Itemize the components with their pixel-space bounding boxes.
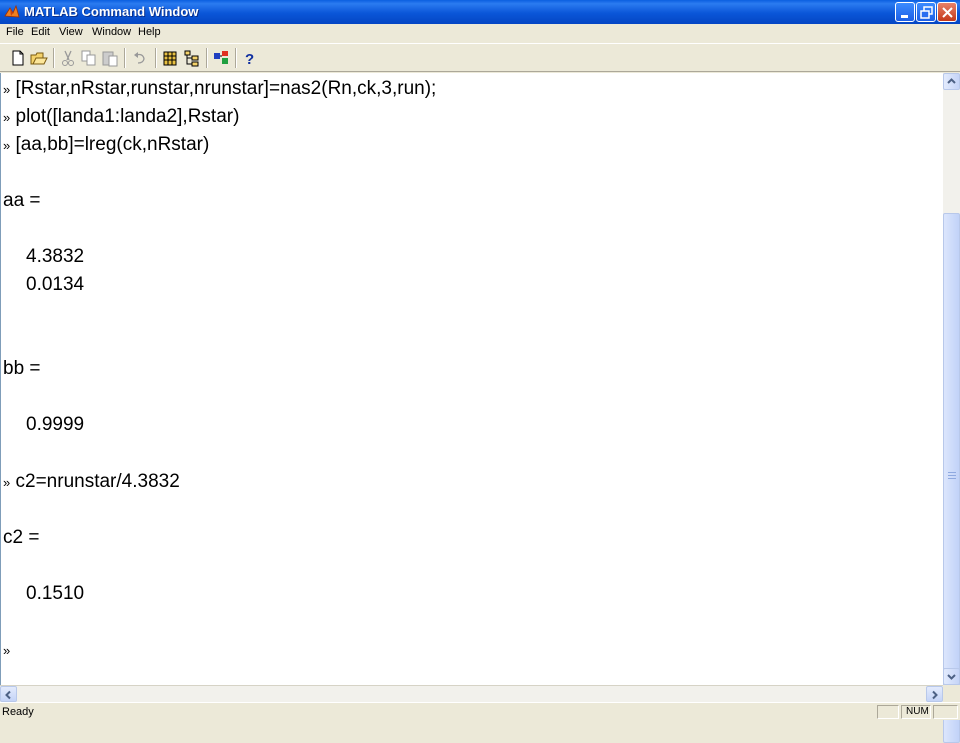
minimize-button[interactable] bbox=[895, 2, 915, 22]
scroll-left-button[interactable] bbox=[0, 686, 17, 702]
close-button[interactable] bbox=[937, 2, 957, 22]
open-file-button[interactable] bbox=[29, 48, 49, 68]
path-browser-button[interactable] bbox=[182, 48, 202, 68]
open-file-icon bbox=[30, 52, 48, 65]
status-text: Ready bbox=[2, 706, 34, 718]
scrollbar-corner bbox=[943, 685, 960, 702]
output-value: 0.0134 bbox=[26, 274, 85, 295]
command-line: » plot([landa1:landa2],Rstar) bbox=[3, 106, 239, 129]
thumb-grip bbox=[948, 478, 956, 479]
chevron-up-icon bbox=[947, 78, 956, 84]
command-window[interactable]: » [Rstar,nRstar,runstar,nrunstar]=nas2(R… bbox=[0, 73, 943, 685]
cut-icon bbox=[62, 50, 74, 66]
toolbar-separator bbox=[235, 48, 237, 68]
scroll-thumb[interactable] bbox=[943, 213, 960, 743]
workspace-browser-button[interactable] bbox=[160, 48, 180, 68]
prompt-symbol: » bbox=[3, 110, 11, 125]
prompt-symbol: » bbox=[3, 138, 11, 153]
scroll-right-button[interactable] bbox=[926, 686, 943, 702]
new-file-button[interactable] bbox=[8, 48, 28, 68]
close-icon bbox=[942, 7, 953, 18]
toolbar-separator bbox=[124, 48, 126, 68]
vertical-scrollbar[interactable] bbox=[943, 73, 960, 743]
toolbar: ? bbox=[0, 43, 960, 72]
window-title: MATLAB Command Window bbox=[24, 4, 199, 19]
current-prompt[interactable]: » bbox=[3, 639, 10, 662]
restore-button[interactable] bbox=[916, 2, 936, 22]
status-bar: Ready NUM bbox=[0, 702, 960, 720]
command-line: » [Rstar,nRstar,runstar,nrunstar]=nas2(R… bbox=[3, 78, 436, 101]
command-text: c2=nrunstar/4.3832 bbox=[15, 471, 180, 492]
paste-button[interactable] bbox=[100, 48, 120, 68]
help-icon: ? bbox=[245, 51, 254, 68]
cut-button[interactable] bbox=[58, 48, 78, 68]
output-variable-label: c2 = bbox=[3, 527, 40, 548]
thumb-grip bbox=[948, 472, 956, 473]
num-lock-label: NUM bbox=[906, 706, 929, 717]
menu-bar: File Edit View Window Help bbox=[0, 24, 960, 42]
output-value: 0.9999 bbox=[26, 414, 85, 435]
paste-icon bbox=[102, 51, 118, 67]
output-value: 4.3832 bbox=[26, 246, 85, 267]
output-variable-label: bb = bbox=[3, 358, 41, 379]
command-text: plot([landa1:landa2],Rstar) bbox=[15, 106, 240, 127]
chevron-left-icon bbox=[5, 690, 11, 700]
scroll-up-button[interactable] bbox=[943, 73, 960, 90]
menu-file[interactable]: File bbox=[6, 26, 24, 38]
menu-help[interactable]: Help bbox=[138, 26, 161, 38]
svg-text:?: ? bbox=[245, 51, 254, 68]
prompt-symbol: » bbox=[3, 82, 11, 97]
command-text: [Rstar,nRstar,runstar,nrunstar]=nas2(Rn,… bbox=[15, 78, 437, 99]
undo-button[interactable] bbox=[130, 48, 150, 68]
chevron-down-icon bbox=[947, 674, 956, 680]
undo-icon bbox=[134, 52, 145, 64]
menu-view[interactable]: View bbox=[59, 26, 83, 38]
title-bar[interactable]: MATLAB Command Window bbox=[0, 0, 960, 24]
horizontal-scrollbar[interactable] bbox=[0, 685, 943, 702]
command-line: » [aa,bb]=lreg(ck,nRstar) bbox=[3, 134, 209, 157]
toolbar-separator bbox=[53, 48, 55, 68]
new-file-icon bbox=[12, 50, 24, 66]
copy-icon bbox=[81, 50, 96, 66]
scroll-down-button[interactable] bbox=[943, 668, 960, 685]
command-line: » c2=nrunstar/4.3832 bbox=[3, 471, 180, 494]
output-variable-label: aa = bbox=[3, 190, 41, 211]
path-browser-icon bbox=[184, 50, 199, 67]
simulink-icon bbox=[214, 51, 228, 64]
workspace-browser-icon bbox=[163, 51, 177, 66]
chevron-right-icon bbox=[932, 690, 938, 700]
help-button[interactable]: ? bbox=[239, 48, 259, 68]
restore-icon bbox=[920, 6, 933, 19]
status-panel-empty bbox=[877, 705, 899, 719]
menu-window[interactable]: Window bbox=[92, 26, 131, 38]
prompt-symbol: » bbox=[3, 475, 11, 490]
num-lock-indicator: NUM bbox=[901, 705, 931, 719]
minimize-icon bbox=[901, 15, 908, 18]
toolbar-separator bbox=[155, 48, 157, 68]
matlab-logo-icon bbox=[4, 4, 20, 18]
thumb-grip bbox=[948, 475, 956, 476]
status-panel-empty bbox=[933, 705, 958, 719]
toolbar-separator bbox=[206, 48, 208, 68]
command-text: [aa,bb]=lreg(ck,nRstar) bbox=[15, 134, 210, 155]
copy-button[interactable] bbox=[79, 48, 99, 68]
prompt-symbol: » bbox=[3, 643, 11, 658]
output-value: 0.1510 bbox=[26, 583, 85, 604]
menu-edit[interactable]: Edit bbox=[31, 26, 50, 38]
simulink-button[interactable] bbox=[211, 48, 231, 68]
